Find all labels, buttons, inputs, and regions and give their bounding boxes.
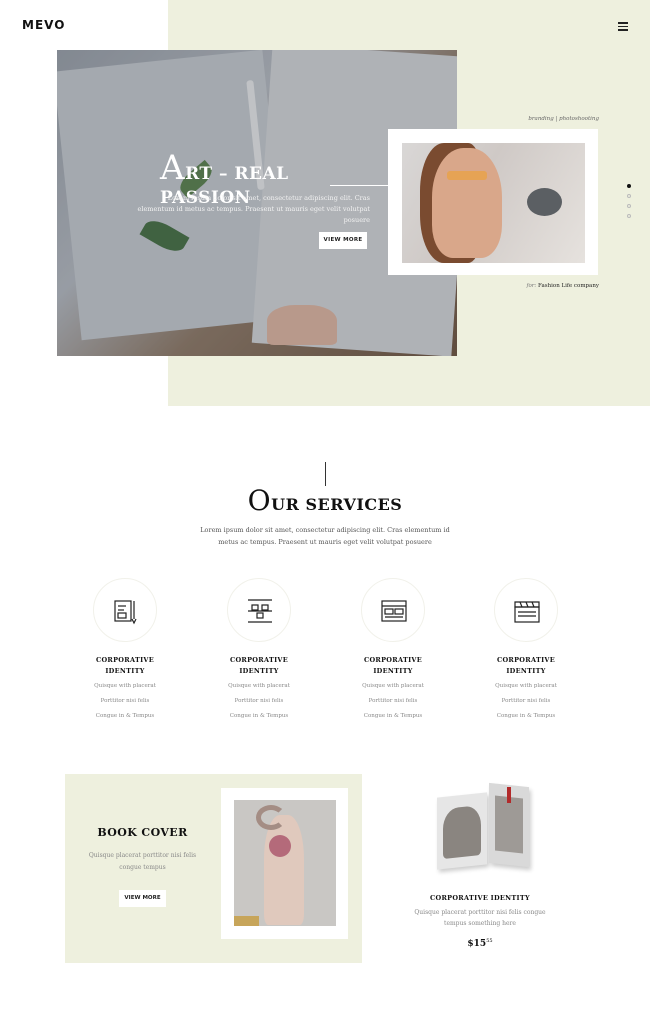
- section-divider: [325, 462, 326, 486]
- book-side-art: [495, 795, 523, 854]
- service-card-4[interactable]: CORPORATIVE IDENTITY Quisque with placera…: [471, 578, 581, 722]
- hero-subtitle: Lorem ipsum dolor sit amet, consectetur …: [137, 194, 370, 224]
- browser-window-icon: [361, 578, 425, 642]
- book-front-art: [443, 805, 481, 859]
- book-cover-title: BOOK COVER: [97, 826, 188, 839]
- slider-dot-3[interactable]: [627, 204, 631, 208]
- service-feature: Congue in & Tempus: [363, 713, 423, 719]
- structure-icon: [227, 578, 291, 642]
- featured-project-photo[interactable]: [402, 143, 585, 263]
- product-name[interactable]: CORPORATIVE IDENTITY: [400, 894, 560, 902]
- photo-flower: [269, 835, 291, 857]
- product-price: $1555: [467, 938, 493, 949]
- book-view-more-button[interactable]: VIEW MORE: [119, 890, 166, 907]
- service-feature: Quisque with placerat: [495, 683, 557, 689]
- slider-dot-1[interactable]: [627, 184, 631, 188]
- photo-figure: [264, 815, 304, 925]
- services-title: OUR SERVICES: [247, 484, 403, 517]
- hamburger-menu-icon[interactable]: [618, 22, 628, 31]
- service-feature: Porttitor nisi felis: [234, 698, 284, 704]
- photo-horn: [256, 805, 286, 830]
- service-card-1[interactable]: CORPORATIVE IDENTITY Quisque with placera…: [70, 578, 180, 722]
- book-cover-photo[interactable]: [234, 800, 336, 926]
- service-feature: Congue in & Tempus: [496, 713, 556, 719]
- book-ribbon: [507, 787, 511, 803]
- slider-dot-2[interactable]: [627, 194, 631, 198]
- clapperboard-icon: [494, 578, 558, 642]
- services-description: Lorem ipsum dolor sit amet, consectetur …: [200, 526, 450, 546]
- service-feature: Porttitor nisi felis: [100, 698, 150, 704]
- service-feature: Congue in & Tempus: [95, 713, 155, 719]
- product-books-image[interactable]: [437, 782, 532, 870]
- service-feature: Porttitor nisi felis: [368, 698, 418, 704]
- service-name: CORPORATIVE IDENTITY: [496, 656, 556, 675]
- service-feature: Congue in & Tempus: [229, 713, 289, 719]
- photo-gold-accent: [234, 916, 259, 926]
- slider-dot-4[interactable]: [627, 214, 631, 218]
- service-name: CORPORATIVE IDENTITY: [95, 656, 155, 675]
- client-label: for: Fashion Life company: [526, 283, 599, 289]
- document-pen-icon: [93, 578, 157, 642]
- service-feature: Quisque with placerat: [362, 683, 424, 689]
- service-feature: Quisque with placerat: [228, 683, 290, 689]
- photo-bird: [527, 188, 562, 216]
- photo-glasses: [447, 171, 487, 180]
- service-feature: Quisque with placerat: [94, 683, 156, 689]
- service-feature: Porttitor nisi felis: [501, 698, 551, 704]
- branding-tag: branding | photoshooting: [528, 116, 599, 122]
- product-description: Quisque placerat porttitor nisi felis co…: [414, 909, 546, 927]
- service-card-2[interactable]: CORPORATIVE IDENTITY Quisque with placera…: [204, 578, 314, 722]
- site-logo[interactable]: MEVO: [22, 18, 65, 32]
- hero-view-more-button[interactable]: VIEW MORE: [319, 232, 367, 249]
- book-cover-description: Quisque placerat porttitor nisi felis co…: [88, 852, 197, 871]
- service-card-3[interactable]: CORPORATIVE IDENTITY Quisque with placera…: [338, 578, 448, 722]
- service-name: CORPORATIVE IDENTITY: [363, 656, 423, 675]
- slider-pagination: [627, 184, 631, 224]
- photo-face: [432, 148, 502, 258]
- service-name: CORPORATIVE IDENTITY: [229, 656, 289, 675]
